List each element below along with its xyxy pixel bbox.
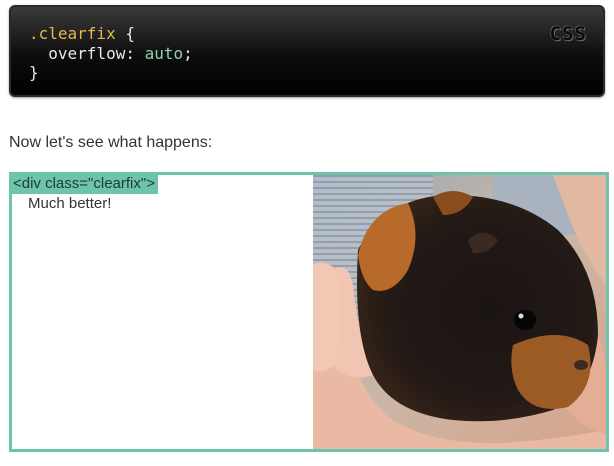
code-close-brace: } <box>29 63 39 82</box>
demo-content-text: Much better! <box>28 195 112 212</box>
code-property: overflow <box>48 43 126 63</box>
code-value: auto <box>144 43 184 63</box>
code-colon: : <box>125 43 145 63</box>
paragraph-text: Now let's see what happens: <box>9 134 213 151</box>
clearfix-demo-container: <div class="clearfix"> Much better! <box>9 172 609 452</box>
code-block: .clearfix { overflow: auto; } CSS <box>9 5 605 97</box>
code-lines: .clearfix { overflow: auto; } <box>29 24 193 83</box>
code-open-brace: { <box>115 24 135 43</box>
language-label: CSS <box>549 23 587 45</box>
guinea-pig-photo <box>313 175 606 449</box>
code-selector: .clearfix <box>29 24 116 43</box>
div-tag-label: <div class="clearfix"> <box>12 175 158 194</box>
code-semicolon: ; <box>183 43 193 63</box>
